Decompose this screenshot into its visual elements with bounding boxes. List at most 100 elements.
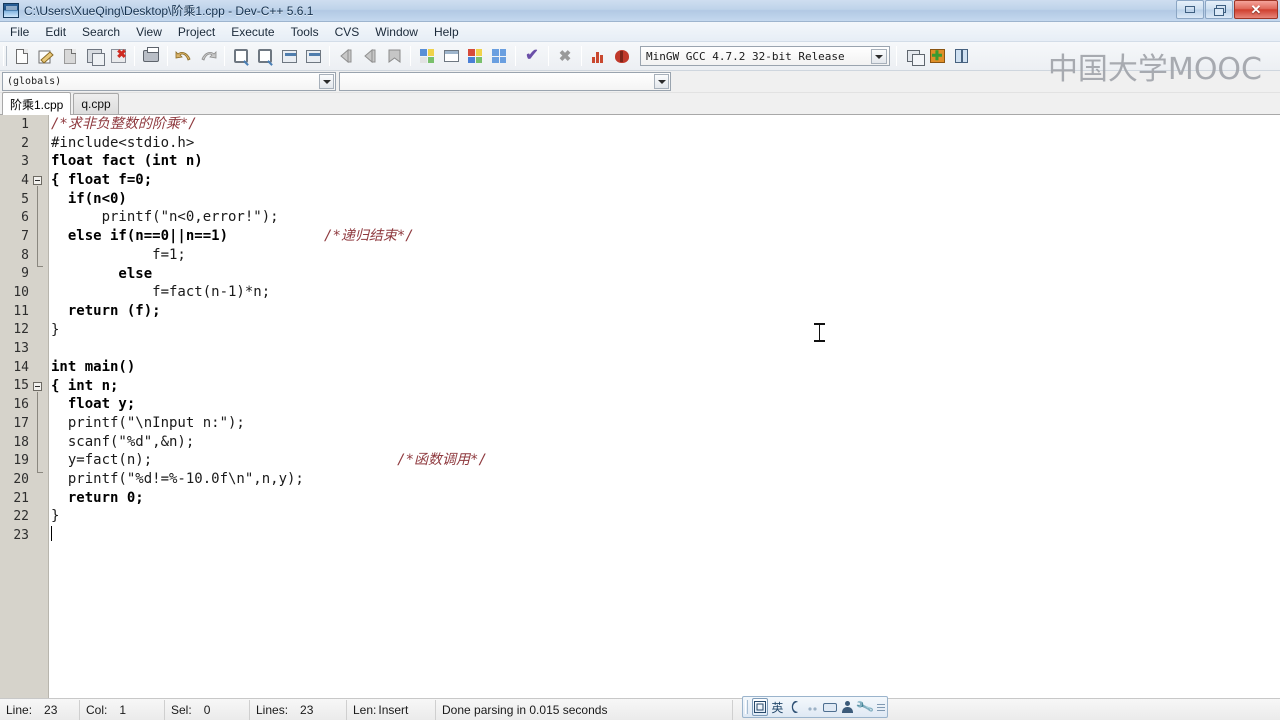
help-book-button[interactable] xyxy=(950,45,972,67)
menu-search[interactable]: Search xyxy=(74,23,128,41)
open-file-button[interactable] xyxy=(35,45,57,67)
debug-button[interactable] xyxy=(611,45,633,67)
menu-tools[interactable]: Tools xyxy=(283,23,327,41)
minimize-button[interactable] xyxy=(1176,0,1204,19)
toolbar-separator xyxy=(329,46,330,66)
menu-window[interactable]: Window xyxy=(367,23,426,41)
ime-overflow-handle[interactable] xyxy=(877,703,886,711)
half-width-icon[interactable] xyxy=(787,698,802,716)
close-file-button[interactable] xyxy=(107,45,129,67)
fold-guide-line-4 xyxy=(37,186,38,266)
user-dictionary-icon[interactable] xyxy=(839,698,854,716)
fold-guide-line-15 xyxy=(37,392,38,472)
menu-view[interactable]: View xyxy=(128,23,170,41)
fold-toggle-line-15[interactable] xyxy=(33,382,42,391)
scope-select[interactable]: (globals) xyxy=(2,72,336,91)
code-line-10: f=fact(n-1)*n; xyxy=(51,284,271,301)
tab-jiecheng1-cpp[interactable]: 阶乘1.cpp xyxy=(2,92,72,115)
punctuation-glyph xyxy=(808,706,817,711)
status-col-value: 1 xyxy=(119,702,127,717)
compiler-set-select[interactable]: MinGW GCC 4.7.2 32-bit Release xyxy=(640,46,890,66)
window-controls: ✕ xyxy=(1176,0,1278,19)
compile-run-button[interactable] xyxy=(464,45,486,67)
mooc-watermark: 中国大学MOOC xyxy=(1047,52,1262,87)
status-col: Col: 1 xyxy=(80,699,165,720)
title-bar: C:\Users\XueQing\Desktop\阶乘1.cpp - Dev-C… xyxy=(0,0,1280,22)
redo-icon xyxy=(201,51,217,61)
member-select[interactable] xyxy=(339,72,671,91)
rebuild-all-button[interactable] xyxy=(488,45,510,67)
run-button[interactable] xyxy=(440,45,462,67)
text-caret xyxy=(51,526,52,541)
code-line-3: float fact (int n) xyxy=(51,153,203,170)
tab-q-cpp[interactable]: q.cpp xyxy=(73,93,119,114)
find-button[interactable] xyxy=(230,45,252,67)
save-button[interactable] xyxy=(59,45,81,67)
code-folding-column[interactable] xyxy=(30,115,48,698)
undo-button[interactable] xyxy=(173,45,195,67)
menu-cvs[interactable]: CVS xyxy=(327,23,368,41)
menu-project[interactable]: Project xyxy=(170,23,223,41)
member-dropdown-arrow[interactable] xyxy=(654,74,669,89)
debug-icon xyxy=(615,49,629,63)
new-window-button[interactable] xyxy=(902,45,925,67)
save-all-icon xyxy=(86,49,105,66)
soft-keyboard-icon[interactable] xyxy=(822,698,837,716)
menu-edit[interactable]: Edit xyxy=(37,23,74,41)
wrench-icon[interactable]: 🔧 xyxy=(854,696,875,717)
syntax-check-button[interactable]: ✔ xyxy=(521,45,543,67)
chevron-down-icon xyxy=(657,79,666,84)
toolbar-grip[interactable] xyxy=(3,46,7,66)
new-file-icon xyxy=(16,48,28,64)
main-toolbar: ✔ ✖ MinGW GCC 4.7.2 32-bit Release 中国大学M… xyxy=(0,42,1280,87)
toolbar-separator xyxy=(410,46,411,66)
code-editor[interactable]: 1 2 3 4 5 6 7 8 9 10 11 12 13 14 15 16 1… xyxy=(0,115,1280,698)
stop-execution-button[interactable]: ✖ xyxy=(554,45,576,67)
help-book-icon xyxy=(954,49,968,63)
profile-icon xyxy=(591,49,606,63)
goto-function-button[interactable] xyxy=(302,45,324,67)
line-number-gutter: 1 2 3 4 5 6 7 8 9 10 11 12 13 14 15 16 1… xyxy=(0,115,49,698)
ime-drag-handle[interactable] xyxy=(745,700,748,714)
ime-mode-icon[interactable] xyxy=(751,698,768,716)
code-line-2: #include<stdio.h> xyxy=(51,134,195,151)
scope-dropdown-arrow[interactable] xyxy=(319,74,334,89)
forward-button[interactable] xyxy=(359,45,381,67)
status-insert-mode: Insert xyxy=(378,702,409,717)
restore-button[interactable] xyxy=(1205,0,1233,19)
status-col-label: Col: xyxy=(86,702,108,717)
goto-function-icon xyxy=(305,49,321,63)
close-button[interactable]: ✕ xyxy=(1234,0,1278,19)
ime-mode-glyph xyxy=(753,701,766,713)
code-text-area[interactable]: /*求非负整数的阶乘*/ #include<stdio.h> float fac… xyxy=(49,115,1280,698)
goto-line-button[interactable] xyxy=(278,45,300,67)
profile-button[interactable] xyxy=(587,45,609,67)
keyboard-glyph xyxy=(822,702,837,712)
ime-language-label: 英 xyxy=(771,700,784,715)
menu-file[interactable]: File xyxy=(2,23,37,41)
wrench-glyph: 🔧 xyxy=(854,696,875,717)
restore-icon xyxy=(1214,5,1226,16)
find-icon xyxy=(234,49,248,63)
bookmark-button[interactable] xyxy=(383,45,405,67)
back-button[interactable] xyxy=(335,45,357,67)
menu-execute[interactable]: Execute xyxy=(223,23,282,41)
add-to-project-button[interactable] xyxy=(926,45,948,67)
scope-select-value: (globals) xyxy=(7,76,62,87)
new-file-button[interactable] xyxy=(11,45,33,67)
replace-button[interactable] xyxy=(254,45,276,67)
punctuation-icon[interactable] xyxy=(805,698,820,716)
redo-button[interactable] xyxy=(197,45,219,67)
save-icon xyxy=(64,48,76,64)
compiler-dropdown-arrow[interactable] xyxy=(871,49,887,64)
ime-language-button[interactable]: 英 xyxy=(770,698,785,716)
compile-button[interactable] xyxy=(416,45,438,67)
code-comment: /*求非负整数的阶乘*/ xyxy=(51,116,197,132)
fold-toggle-line-4[interactable] xyxy=(33,176,42,185)
menu-help[interactable]: Help xyxy=(426,23,467,41)
ime-toolbar[interactable]: 英 🔧 xyxy=(742,696,888,718)
status-len-label: Len: xyxy=(353,702,377,717)
print-button[interactable] xyxy=(140,45,162,67)
save-all-button[interactable] xyxy=(83,45,105,67)
